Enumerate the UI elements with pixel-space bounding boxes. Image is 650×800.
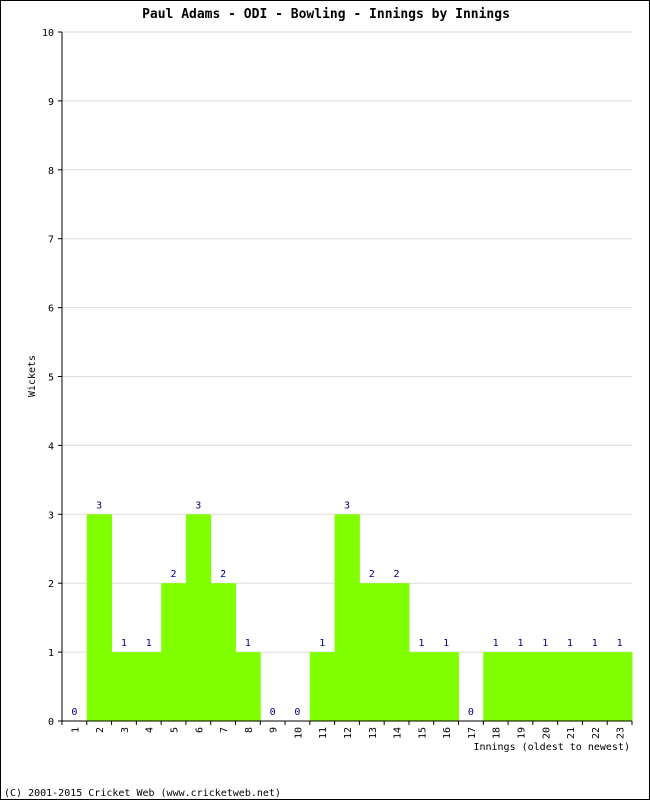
data-label: 1 — [146, 638, 152, 649]
x-tick-label: 17 — [467, 727, 478, 739]
bar — [483, 652, 509, 721]
x-tick-label: 6 — [194, 727, 205, 733]
bar — [607, 652, 633, 721]
y-tick-label: 3 — [48, 510, 54, 521]
x-tick-label: 16 — [442, 727, 453, 739]
data-label: 0 — [468, 707, 474, 718]
y-tick-label: 1 — [48, 648, 54, 659]
x-tick-label: 1 — [70, 727, 81, 733]
bar — [532, 652, 559, 721]
bar — [508, 652, 534, 721]
data-label: 2 — [171, 569, 177, 580]
data-label: 1 — [592, 638, 598, 649]
x-tick-label: 23 — [616, 727, 627, 739]
x-axis: 1 2 3 4 5 6 7 8 9 10 11 12 13 14 15 16 17 18 19 20 21 22 23 — [61, 720, 633, 739]
data-label: 1 — [542, 638, 548, 649]
bar — [334, 514, 360, 721]
x-tick-label: 12 — [343, 727, 354, 739]
x-tick-label: 4 — [145, 727, 156, 733]
data-label: 1 — [617, 638, 623, 649]
data-label: 3 — [344, 500, 350, 511]
data-label: 1 — [245, 638, 251, 649]
x-tick-label: 14 — [393, 727, 404, 739]
x-tick-label: 20 — [541, 727, 552, 739]
bar — [210, 583, 236, 721]
bar — [185, 514, 212, 721]
bar — [359, 583, 385, 721]
y-tick-label: 9 — [48, 97, 54, 108]
data-label: 0 — [294, 707, 300, 718]
y-tick-label: 4 — [48, 441, 54, 452]
bar — [136, 652, 162, 721]
y-tick-label: 6 — [48, 304, 54, 315]
bar — [433, 652, 460, 721]
x-tick-label: 21 — [566, 727, 577, 739]
data-label: 0 — [71, 707, 77, 718]
bar — [86, 514, 113, 721]
data-label: 2 — [369, 569, 375, 580]
data-label: 1 — [319, 638, 325, 649]
x-axis-label: Innings (oldest to newest) — [473, 742, 630, 753]
bars — [86, 514, 633, 721]
data-label: 1 — [567, 638, 573, 649]
x-tick-label: 11 — [318, 727, 329, 739]
bar — [309, 652, 336, 721]
data-label: 1 — [517, 638, 523, 649]
x-tick-label: 8 — [244, 727, 255, 733]
y-tick-label: 2 — [48, 579, 54, 590]
data-label: 1 — [493, 638, 499, 649]
y-tick-label: 5 — [48, 373, 54, 384]
y-tick-label: 8 — [48, 166, 54, 177]
bar — [582, 652, 608, 721]
x-tick-label: 18 — [492, 727, 503, 739]
x-tick-label: 5 — [170, 727, 181, 733]
y-axis-label: Wickets — [27, 355, 38, 397]
bar — [384, 583, 410, 721]
data-label: 1 — [121, 638, 127, 649]
bar — [111, 652, 137, 721]
x-tick-label: 19 — [516, 727, 527, 739]
x-tick-label: 22 — [591, 727, 602, 739]
chart-svg: Paul Adams - ODI - Bowling - Innings by … — [4, 7, 633, 799]
x-tick-label: 7 — [219, 727, 230, 733]
data-label: 2 — [220, 569, 226, 580]
x-tick-label: 2 — [95, 727, 106, 733]
y-tick-label: 7 — [48, 235, 54, 246]
data-label: 2 — [394, 569, 400, 580]
chart-title: Paul Adams - ODI - Bowling - Innings by … — [142, 7, 510, 22]
data-label: 1 — [443, 638, 449, 649]
x-tick-label: 13 — [368, 727, 379, 739]
x-tick-label: 15 — [417, 727, 428, 739]
x-tick-label: 10 — [293, 727, 304, 739]
data-label: 0 — [270, 707, 276, 718]
bar — [161, 583, 187, 721]
data-label: 3 — [96, 500, 102, 511]
bar — [235, 652, 261, 721]
y-tick-label: 10 — [42, 28, 54, 39]
y-axis: 0 1 2 3 4 5 6 7 8 9 10 — [42, 28, 63, 728]
x-tick-label: 9 — [269, 727, 280, 733]
data-label: 1 — [418, 638, 424, 649]
bar — [557, 652, 583, 721]
x-tick-label: 3 — [120, 727, 131, 733]
bar — [408, 652, 435, 721]
chart-frame: Paul Adams - ODI - Bowling - Innings by … — [0, 0, 650, 800]
y-tick-label: 0 — [48, 717, 54, 728]
data-label: 3 — [195, 500, 201, 511]
copyright-footer: (C) 2001-2015 Cricket Web (www.cricketwe… — [4, 788, 281, 799]
